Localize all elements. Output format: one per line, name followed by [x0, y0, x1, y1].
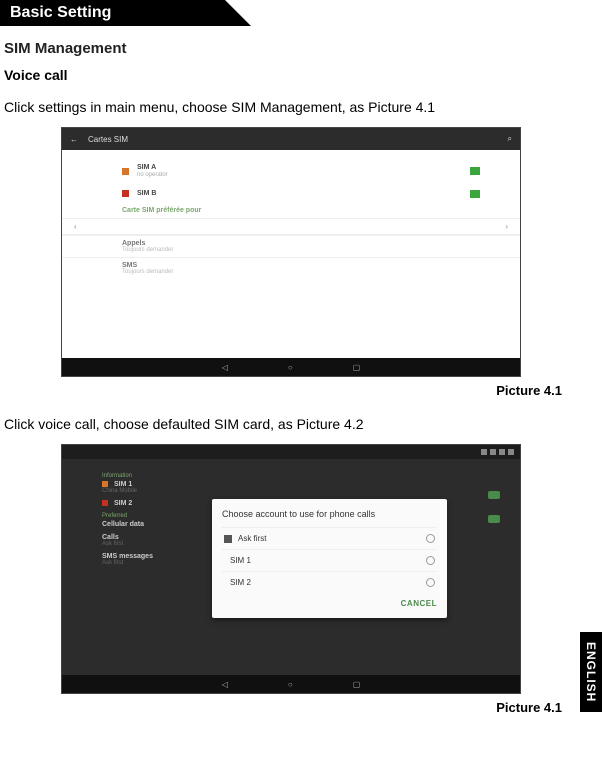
sim1-sub: China Mobile [102, 488, 222, 494]
dialog-opt-sim2[interactable]: SIM 2 [222, 571, 437, 593]
mock2-calls[interactable]: Calls Ask first [102, 534, 222, 547]
cellular-title: Cellular data [102, 521, 144, 528]
sim-a-sub: no operator [137, 172, 168, 178]
radio-icon[interactable] [426, 556, 435, 565]
arrow-left-icon[interactable]: ‹ [74, 222, 77, 231]
nav-recent-icon[interactable]: ▢ [353, 363, 361, 372]
opt3-title: SIM 2 [230, 578, 251, 587]
sim-a-toggle[interactable] [470, 167, 480, 175]
nav-home-icon[interactable]: ○ [288, 363, 293, 372]
sim-row-b[interactable]: SIM B [62, 184, 520, 203]
heading-voice-call: Voice call [4, 67, 582, 83]
section-header-title: Basic Setting [10, 4, 111, 21]
dialog-opt-ask-first[interactable]: Ask first [222, 527, 437, 549]
sim-a-icon [122, 168, 129, 175]
calls-title: Calls [102, 534, 119, 541]
sms-title: SMS messages [102, 553, 153, 560]
caption-4-2: Picture 4.1 [0, 700, 562, 715]
choose-account-dialog: Choose account to use for phone calls As… [212, 499, 447, 618]
mock2-statusbar [62, 445, 520, 459]
search-icon[interactable]: ⌕ [508, 134, 512, 144]
sim-b-title: SIM B [137, 190, 156, 197]
instruction-text-1: Click settings in main menu, choose SIM … [4, 99, 582, 115]
nav-recent-icon[interactable]: ▢ [353, 680, 361, 689]
figure-4-2: Information SIM 1 China Mobile SIM 2 Pre… [61, 444, 521, 694]
block-calls-sub: Toujours demander [122, 247, 490, 253]
block-sms-title: SMS [122, 262, 490, 269]
nav-home-icon[interactable]: ○ [288, 680, 293, 689]
person-icon [224, 535, 232, 543]
section-header: Basic Setting [0, 0, 225, 26]
block-sms[interactable]: SMS Toujours demander [62, 257, 520, 279]
status-icon [490, 449, 496, 455]
radio-icon[interactable] [426, 534, 435, 543]
sim-b-toggle[interactable] [470, 190, 480, 198]
opt1-label: Ask first [238, 535, 266, 543]
sim1-icon [102, 481, 108, 487]
status-icon [508, 449, 514, 455]
block-calls[interactable]: Appels Toujours demander [62, 235, 520, 257]
mock2-sim2[interactable]: SIM 2 [102, 500, 222, 507]
figure-4-1: ← Cartes SIM ⌕ SIM A no operator SIM B [61, 127, 521, 377]
label-preferred: Preferred [102, 513, 222, 519]
mock2-navbar: ◁ ○ ▢ [62, 675, 520, 693]
label-information: Information [102, 473, 222, 479]
language-tab[interactable]: ENGLISH [580, 632, 602, 712]
sim1-toggle[interactable] [488, 491, 500, 499]
dialog-opt-sim1[interactable]: SIM 1 [222, 549, 437, 571]
instruction-text-2: Click voice call, choose defaulted SIM c… [4, 416, 582, 432]
sim2-toggle[interactable] [488, 515, 500, 523]
sim-b-icon [122, 190, 129, 197]
nav-back-icon[interactable]: ◁ [222, 680, 228, 689]
mock1-navbar: ◁ ○ ▢ [62, 358, 520, 376]
status-icon [499, 449, 505, 455]
arrow-right-icon[interactable]: › [505, 222, 508, 231]
mock2-sim1[interactable]: SIM 1 China Mobile [102, 481, 222, 494]
dialog-cancel-button[interactable]: CANCEL [401, 599, 437, 608]
sim2-title: SIM 2 [114, 500, 132, 507]
opt2-title: SIM 1 [230, 556, 251, 565]
block-calls-title: Appels [122, 240, 490, 247]
status-icon [481, 449, 487, 455]
back-icon[interactable]: ← [70, 135, 78, 144]
calls-sub: Ask first [102, 541, 222, 547]
sim2-icon [102, 500, 108, 506]
sms-sub: Ask first [102, 560, 222, 566]
block-sms-sub: Toujours demander [122, 269, 490, 275]
sim-a-title: SIM A [137, 164, 168, 171]
preferred-label: Carte SIM préférée pour [62, 203, 520, 218]
sim1-title: SIM 1 [114, 481, 132, 488]
mock1-topbar: ← Cartes SIM ⌕ [62, 128, 520, 150]
radio-icon[interactable] [426, 578, 435, 587]
mock1-title: Cartes SIM [88, 135, 128, 144]
heading-sim-management: SIM Management [4, 40, 582, 57]
content-area: SIM Management Voice call Click settings… [0, 40, 602, 715]
arrows-row: ‹ › [62, 218, 520, 235]
mock2-sms[interactable]: SMS messages Ask first [102, 553, 222, 566]
mock1-body: SIM A no operator SIM B Carte SIM préfér… [62, 150, 520, 358]
dialog-title: Choose account to use for phone calls [222, 509, 437, 519]
caption-4-1: Picture 4.1 [0, 383, 562, 398]
mock2-body: Information SIM 1 China Mobile SIM 2 Pre… [62, 459, 520, 675]
nav-back-icon[interactable]: ◁ [222, 363, 228, 372]
mock2-cellular[interactable]: Cellular data [102, 521, 222, 528]
sim-row-a[interactable]: SIM A no operator [62, 158, 520, 184]
